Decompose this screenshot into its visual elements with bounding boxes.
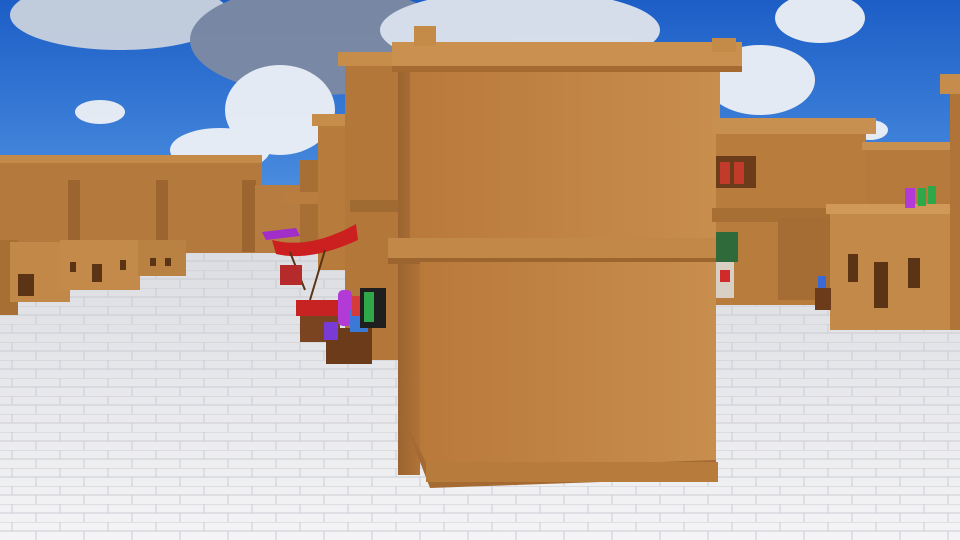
game-viewport[interactable]: [0, 0, 960, 540]
foreground-pillar: [388, 26, 742, 488]
left-background-walls: [0, 155, 305, 253]
scene-canvas: [0, 0, 960, 540]
